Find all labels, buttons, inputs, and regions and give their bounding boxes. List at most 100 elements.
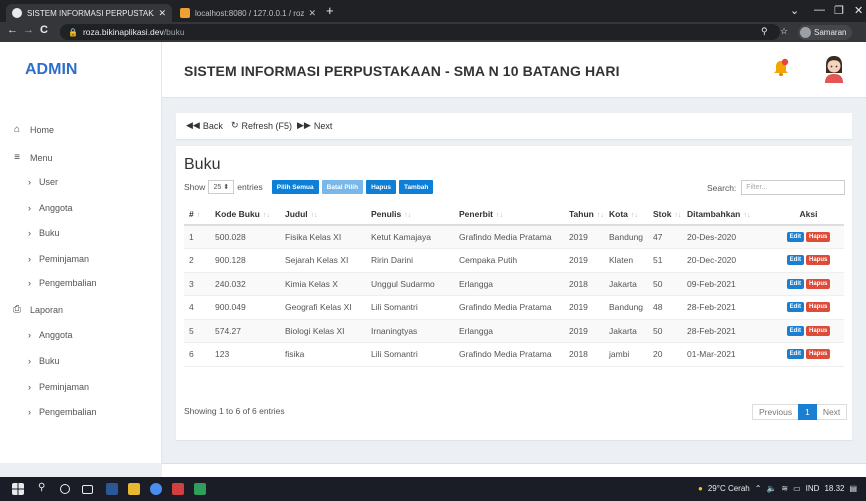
sidebar-item-laporan[interactable]: ⎙ Laporan: [10, 304, 63, 315]
notification-bell-icon[interactable]: [772, 58, 790, 78]
windows-start-icon[interactable]: [12, 483, 24, 495]
cell-penerbit: Cempaka Putih: [454, 248, 564, 273]
table-row[interactable]: 1 500.028 Fisika Kelas XI Ketut Kamajaya…: [184, 225, 844, 249]
address-bar: ← → C 🔒 roza.bikinaplikasi.dev /buku ⚲ ☆…: [0, 22, 866, 42]
add-book-button[interactable]: Tambah: [398, 180, 434, 194]
zoom-icon[interactable]: ⚲: [761, 26, 768, 37]
cell-tahun: 2019: [564, 225, 604, 249]
search-icon[interactable]: ⚲: [38, 482, 50, 494]
table-row[interactable]: 3 240.032 Kimia Kelas X Unggul Sudarmo E…: [184, 272, 844, 296]
edit-button[interactable]: Edit: [786, 255, 804, 266]
delete-selected-button[interactable]: Hapus: [366, 180, 396, 194]
col-header-kota[interactable]: Kota ↑↓: [604, 203, 648, 226]
weather-text[interactable]: 29°C Cerah: [708, 484, 750, 493]
entries-control: Show 25 ⬍ entries Pilih Semua Batal Pili…: [184, 180, 434, 194]
app-icon[interactable]: [172, 483, 184, 495]
file-explorer-icon[interactable]: [128, 483, 140, 495]
brand-logo[interactable]: ADMIN: [0, 42, 162, 98]
chevron-right-icon: ›: [28, 407, 31, 417]
table-row[interactable]: 4 900.049 Geografi Kelas XI Lili Somantr…: [184, 295, 844, 320]
close-tab-icon[interactable]: ✕: [158, 8, 166, 19]
delete-button[interactable]: Hapus: [806, 302, 831, 313]
browser-tab-inactive[interactable]: localhost:8080 / 127.0.0.1 / roza ✕: [174, 4, 322, 22]
url-field[interactable]: 🔒 roza.bikinaplikasi.dev /buku: [60, 24, 780, 40]
next-page-button[interactable]: Next: [816, 404, 848, 420]
delete-button[interactable]: Hapus: [806, 325, 831, 336]
sidebar-item-label: Anggota: [39, 203, 73, 213]
edit-button[interactable]: Edit: [786, 325, 804, 336]
back-arrow-icon[interactable]: ←: [7, 24, 18, 36]
col-header-kode-buku[interactable]: Kode Buku ↑↓: [210, 203, 280, 226]
reload-icon[interactable]: C: [40, 24, 48, 36]
page-1-button[interactable]: 1: [798, 404, 817, 420]
cell-number: 5: [184, 319, 210, 343]
language-indicator[interactable]: IND: [806, 484, 820, 493]
refresh-icon: ↻: [231, 120, 239, 130]
entries-select[interactable]: 25 ⬍: [208, 180, 235, 194]
forward-arrow-icon[interactable]: →: [23, 24, 34, 36]
col-header-penerbit[interactable]: Penerbit ↑↓: [454, 203, 564, 226]
sidebar-item-pengembalian[interactable]: › Pengembalian: [28, 278, 97, 288]
edit-button[interactable]: Edit: [786, 349, 804, 360]
user-avatar-icon[interactable]: [822, 55, 846, 83]
cell-penerbit: Grafindo Media Pratama: [454, 225, 564, 249]
chrome-icon[interactable]: [150, 483, 162, 495]
sidebar-item-peminjaman[interactable]: › Peminjaman: [28, 254, 89, 264]
deselect-button[interactable]: Batal Pilih: [321, 180, 364, 194]
table-row[interactable]: 6 123 fisika Lili Somantri Grafindo Medi…: [184, 342, 844, 367]
top-navbar: SISTEM INFORMASI PERPUSTAKAAN - SMA N 10…: [162, 42, 866, 98]
col-header-penulis[interactable]: Penulis ↑↓: [366, 203, 454, 226]
next-button[interactable]: ▶▶ Next: [297, 120, 332, 131]
sidebar-item-menu[interactable]: ≡ Menu: [10, 152, 52, 163]
delete-button[interactable]: Hapus: [806, 349, 831, 360]
previous-page-button[interactable]: Previous: [752, 404, 799, 420]
sidebar-item-laporan-buku[interactable]: › Buku: [28, 356, 60, 366]
delete-button[interactable]: Hapus: [806, 232, 831, 242]
col-header-judul[interactable]: Judul ↑↓: [280, 203, 366, 226]
xampp-icon[interactable]: [194, 483, 206, 495]
sidebar-item-laporan-pengembalian[interactable]: › Pengembalian: [28, 407, 97, 417]
bookmark-star-icon[interactable]: ☆: [780, 26, 788, 37]
sidebar-item-buku[interactable]: › Buku: [28, 228, 60, 238]
col-header-number[interactable]: # ↑: [184, 203, 210, 226]
new-tab-button[interactable]: +: [326, 3, 334, 18]
task-view-icon[interactable]: [82, 485, 93, 494]
table-row[interactable]: 2 900.128 Sejarah Kelas XI Ririn Darini …: [184, 248, 844, 273]
network-icon[interactable]: ≋: [781, 484, 788, 493]
tray-chevron-icon[interactable]: ⌃: [755, 484, 762, 493]
edit-button[interactable]: Edit: [786, 232, 804, 242]
sidebar-item-user[interactable]: › User: [28, 177, 58, 187]
table-row[interactable]: 5 574.27 Biologi Kelas XI Irnaningtyas E…: [184, 319, 844, 343]
col-header-tahun[interactable]: Tahun ↑↓: [564, 203, 604, 226]
cell-kode-buku: 900.049: [210, 295, 280, 320]
minimize-button[interactable]: —: [814, 4, 825, 16]
sidebar-item-laporan-peminjaman[interactable]: › Peminjaman: [28, 382, 89, 392]
close-tab-icon[interactable]: ✕: [308, 8, 316, 19]
weather-icon[interactable]: ●: [698, 484, 703, 493]
cell-kota: Jakarta: [604, 272, 648, 296]
notification-icon[interactable]: ▤: [849, 484, 857, 493]
col-header-ditambahkan[interactable]: Ditambahkan ↑↓: [682, 203, 768, 226]
close-window-button[interactable]: ✕: [854, 4, 863, 17]
clock[interactable]: 18.32: [824, 484, 844, 493]
cortana-icon[interactable]: [60, 484, 70, 494]
select-all-button[interactable]: Pilih Semua: [271, 180, 319, 194]
profile-button[interactable]: Samaran: [798, 25, 853, 40]
sidebar-item-laporan-anggota[interactable]: › Anggota: [28, 330, 73, 340]
back-button[interactable]: ◀◀ Back: [186, 120, 223, 131]
sidebar-item-anggota[interactable]: › Anggota: [28, 203, 73, 213]
delete-button[interactable]: Hapus: [806, 255, 831, 266]
sidebar-item-home[interactable]: ⌂ Home: [10, 124, 54, 135]
maximize-button[interactable]: ❐: [834, 4, 844, 17]
edit-button[interactable]: Edit: [786, 278, 804, 289]
edit-button[interactable]: Edit: [786, 302, 804, 313]
delete-button[interactable]: Hapus: [806, 278, 831, 289]
volume-icon[interactable]: 🔈: [766, 484, 776, 493]
word-icon[interactable]: [106, 483, 118, 495]
search-input[interactable]: Filter...: [741, 180, 846, 195]
col-header-stok[interactable]: Stok ↑↓: [648, 203, 682, 226]
battery-icon[interactable]: ▭: [793, 484, 801, 493]
refresh-button[interactable]: ↻ Refresh (F5): [231, 120, 292, 131]
browser-tab-active[interactable]: SISTEM INFORMASI PERPUSTAKA ✕: [6, 4, 172, 22]
tab-search-icon[interactable]: ⌄: [790, 4, 799, 17]
